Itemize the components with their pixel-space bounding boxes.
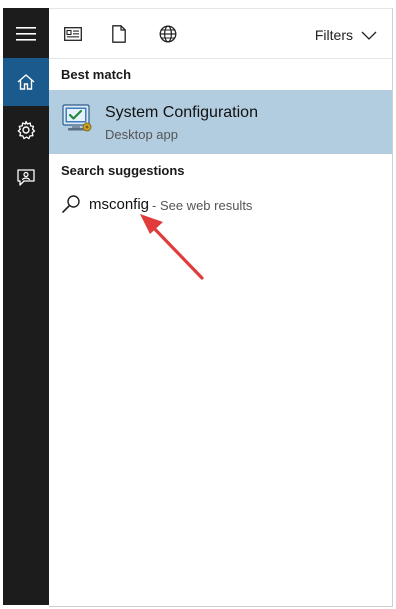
settings-button[interactable]: [3, 106, 49, 154]
apps-filter-button[interactable]: [62, 23, 84, 45]
home-icon: [17, 74, 35, 90]
apps-icon: [64, 27, 82, 41]
search-icon: [62, 195, 80, 213]
system-configuration-icon: [61, 102, 93, 134]
best-match-result[interactable]: System Configuration Desktop app: [49, 90, 392, 154]
search-window: Filters Best match System Configuration …: [0, 0, 396, 609]
feedback-icon: [17, 169, 35, 186]
suggestion-query: msconfig: [89, 196, 150, 213]
best-match-name: System Configuration: [105, 104, 258, 121]
web-filter-button[interactable]: [157, 23, 179, 45]
feedback-button[interactable]: [3, 154, 49, 202]
left-rail: [3, 8, 49, 605]
filters-label: Filters: [314, 27, 353, 43]
filters-dropdown[interactable]: Filters: [315, 24, 377, 46]
globe-icon: [159, 25, 177, 43]
best-match-heading: Best match: [61, 67, 132, 82]
results-panel: Filters Best match System Configuration …: [49, 8, 393, 607]
best-match-subtitle: Desktop app: [105, 127, 178, 142]
suggestion-web-hint: - See web results: [152, 198, 253, 213]
home-button[interactable]: [3, 58, 49, 106]
document-icon: [112, 25, 126, 43]
menu-button[interactable]: [3, 10, 49, 58]
search-suggestion-item[interactable]: msconfig - See web results: [49, 190, 392, 220]
gear-icon: [17, 120, 36, 140]
hamburger-menu-icon: [16, 27, 36, 41]
documents-filter-button[interactable]: [108, 23, 130, 45]
filter-toolbar: Filters: [49, 9, 392, 59]
chevron-down-icon: [361, 31, 377, 40]
search-suggestions-heading: Search suggestions: [61, 163, 185, 178]
